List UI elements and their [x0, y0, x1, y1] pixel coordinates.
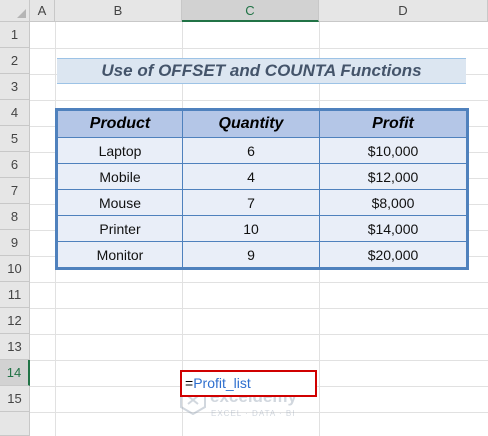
- product-table: Product Quantity Profit Laptop 6 $10,000…: [55, 108, 469, 270]
- cell-quantity[interactable]: 4: [182, 163, 320, 190]
- row-header-15[interactable]: 15: [0, 386, 30, 412]
- row-header-16[interactable]: [0, 412, 30, 436]
- column-header-c[interactable]: C: [182, 0, 319, 22]
- cell-product[interactable]: Mobile: [57, 163, 183, 190]
- column-header-b[interactable]: B: [55, 0, 182, 22]
- gridline: [30, 334, 488, 335]
- formula-text: =Profit_list: [185, 375, 251, 391]
- watermark-tagline: EXCEL · DATA · BI: [211, 409, 296, 418]
- sheet-title[interactable]: Use of OFFSET and COUNTA Functions: [57, 58, 466, 84]
- table-row: Printer 10 $14,000: [57, 215, 467, 242]
- cell-quantity[interactable]: 9: [182, 241, 320, 268]
- spreadsheet-grid[interactable]: A B C D 1 2 3 4 5 6 7 8 9 10 11 12 13 14…: [0, 0, 488, 436]
- cell-product[interactable]: Mouse: [57, 189, 183, 216]
- row-header-11[interactable]: 11: [0, 282, 30, 308]
- gridline: [30, 282, 488, 283]
- row-header-4[interactable]: 4: [0, 100, 30, 126]
- row-header-2[interactable]: 2: [0, 48, 30, 74]
- row-header-9[interactable]: 9: [0, 230, 30, 256]
- row-header-6[interactable]: 6: [0, 152, 30, 178]
- table-row: Laptop 6 $10,000: [57, 137, 467, 164]
- row-header-10[interactable]: 10: [0, 256, 30, 282]
- cell-product[interactable]: Printer: [57, 215, 183, 242]
- gridline: [30, 308, 488, 309]
- cell-profit[interactable]: $12,000: [319, 163, 467, 190]
- active-cell-c14[interactable]: =Profit_list: [180, 370, 317, 397]
- cell-quantity[interactable]: 6: [182, 137, 320, 164]
- cell-quantity[interactable]: 7: [182, 189, 320, 216]
- cell-profit[interactable]: $10,000: [319, 137, 467, 164]
- row-header-13[interactable]: 13: [0, 334, 30, 360]
- gridline: [30, 48, 488, 49]
- cell-profit[interactable]: $14,000: [319, 215, 467, 242]
- header-profit[interactable]: Profit: [319, 110, 467, 138]
- table-row: Mouse 7 $8,000: [57, 189, 467, 216]
- header-quantity[interactable]: Quantity: [182, 110, 320, 138]
- row-header-7[interactable]: 7: [0, 178, 30, 204]
- column-header-a[interactable]: A: [30, 0, 55, 22]
- row-header-14[interactable]: 14: [0, 360, 30, 386]
- gridline: [30, 100, 488, 101]
- row-header-5[interactable]: 5: [0, 126, 30, 152]
- gridline: [30, 360, 488, 361]
- table-header-row: Product Quantity Profit: [57, 110, 467, 138]
- row-header-8[interactable]: 8: [0, 204, 30, 230]
- select-all-triangle-icon: [17, 9, 26, 18]
- column-header-d[interactable]: D: [319, 0, 488, 22]
- select-all-corner[interactable]: [0, 0, 30, 22]
- table-row: Monitor 9 $20,000: [57, 241, 467, 268]
- row-header-12[interactable]: 12: [0, 308, 30, 334]
- cell-quantity[interactable]: 10: [182, 215, 320, 242]
- cell-product[interactable]: Laptop: [57, 137, 183, 164]
- cell-product[interactable]: Monitor: [57, 241, 183, 268]
- row-header-3[interactable]: 3: [0, 74, 30, 100]
- cell-profit[interactable]: $8,000: [319, 189, 467, 216]
- cell-profit[interactable]: $20,000: [319, 241, 467, 268]
- table-row: Mobile 4 $12,000: [57, 163, 467, 190]
- gridline: [55, 22, 56, 436]
- header-product[interactable]: Product: [57, 110, 183, 138]
- row-header-1[interactable]: 1: [0, 22, 30, 48]
- named-range-reference: Profit_list: [193, 375, 251, 391]
- formula-equals: =: [185, 375, 194, 391]
